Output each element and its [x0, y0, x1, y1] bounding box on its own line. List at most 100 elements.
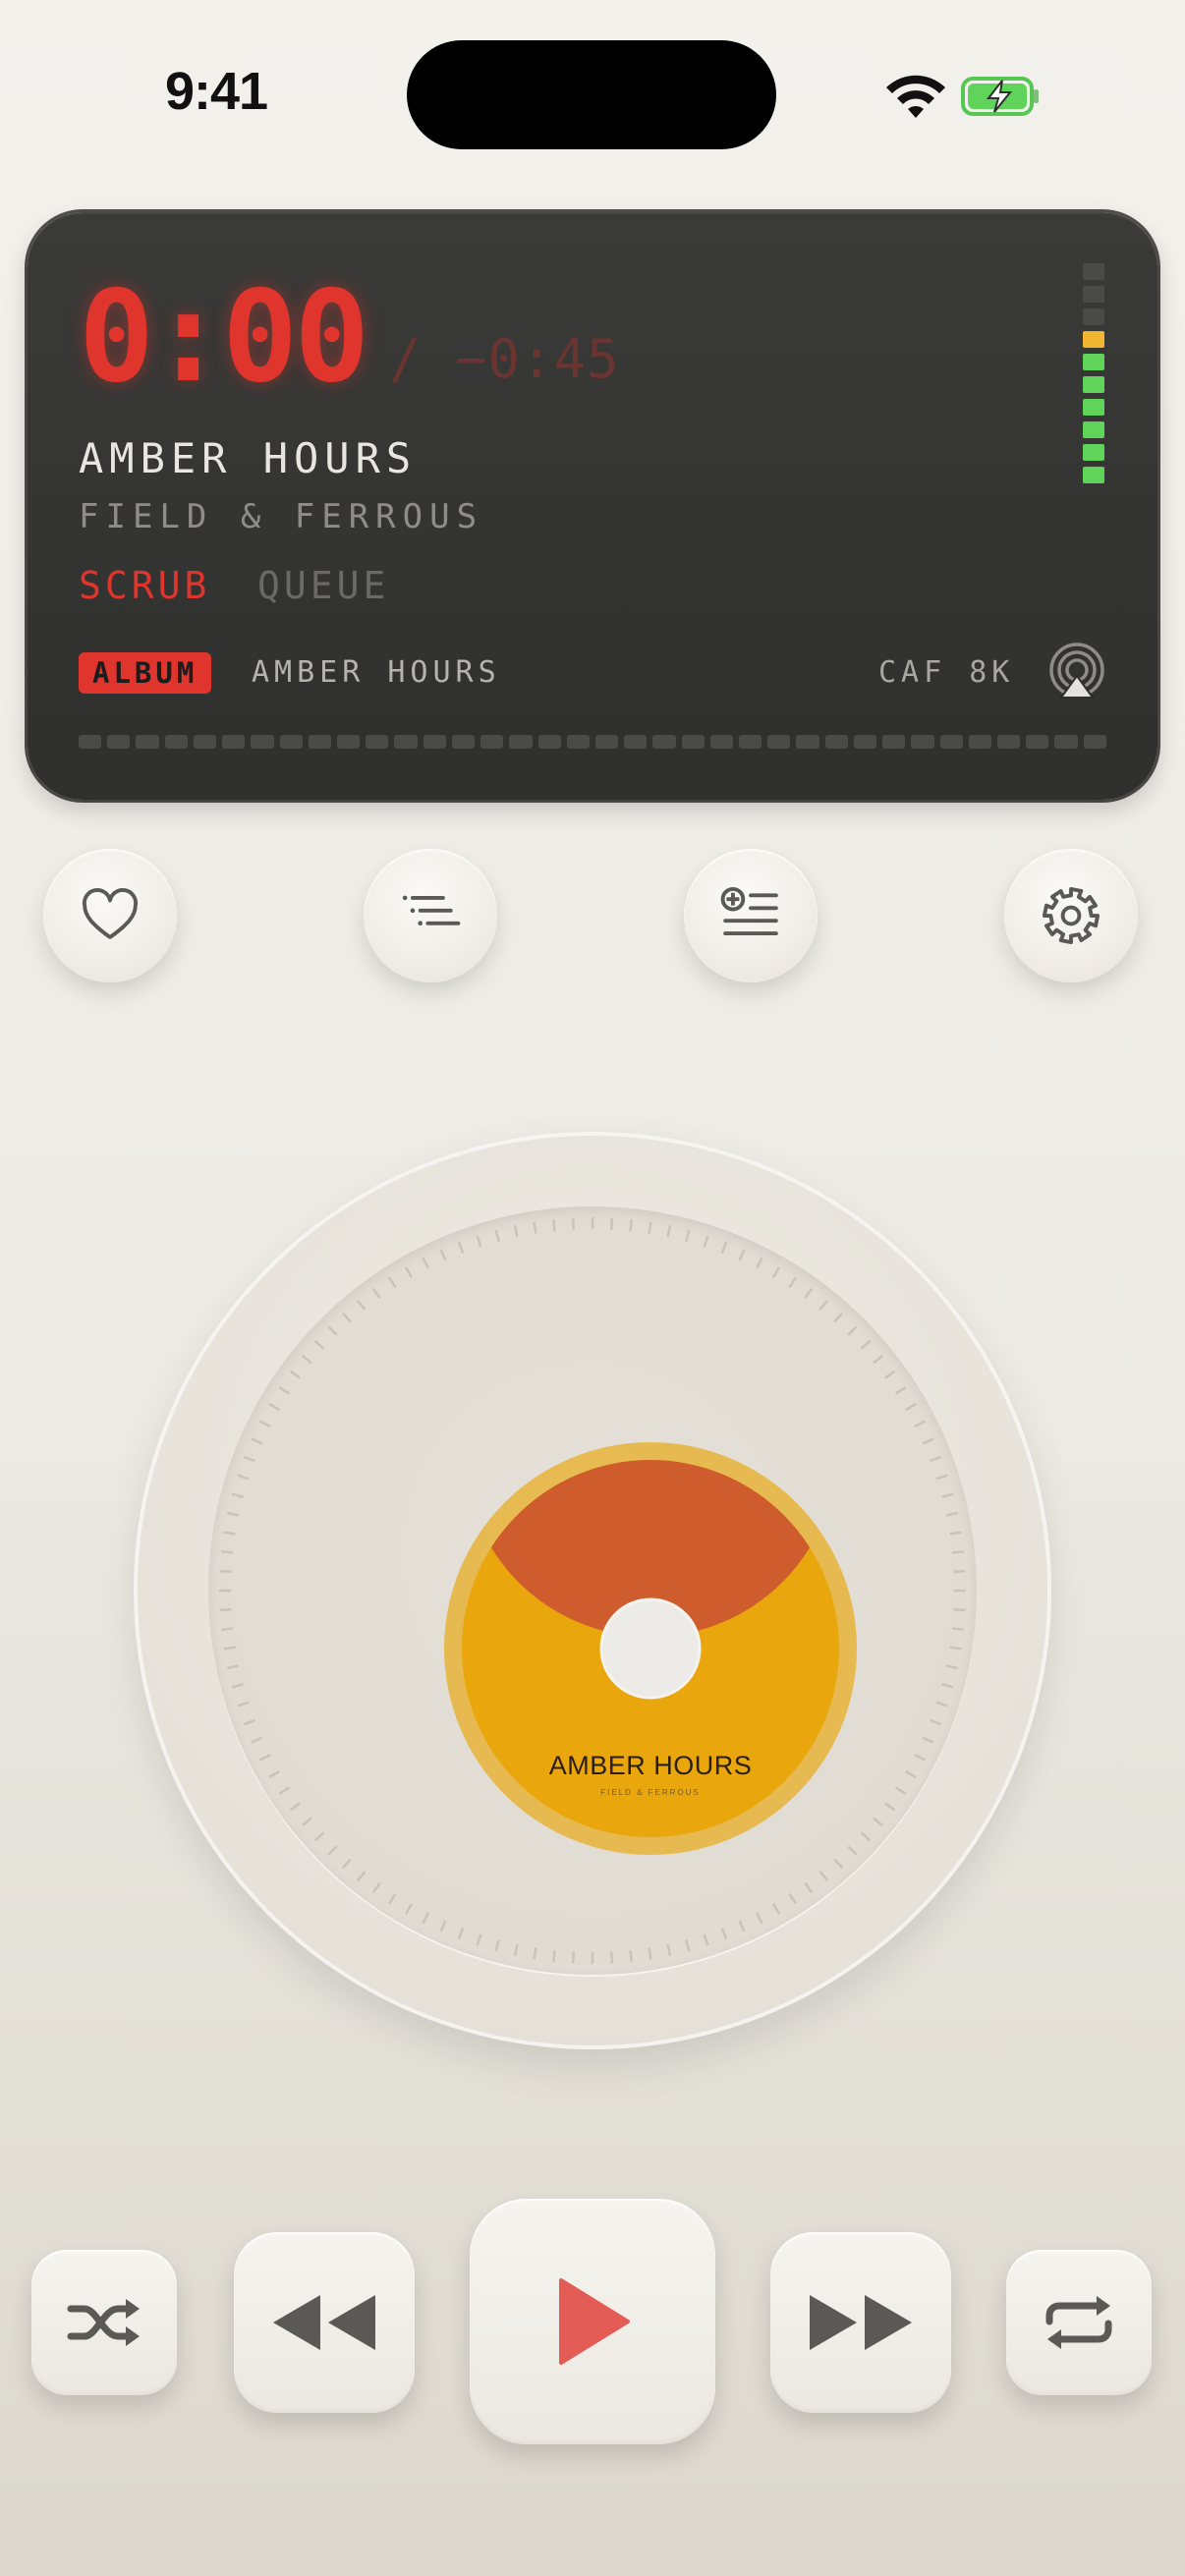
wheel-tick	[703, 1235, 709, 1248]
wheel-tick	[356, 1871, 367, 1882]
wheel-tick	[571, 1951, 575, 1964]
wheel-tick	[387, 1892, 397, 1905]
wheel-tick	[648, 1947, 652, 1960]
level-segment	[1083, 263, 1104, 280]
wheel-tick	[219, 1569, 232, 1573]
progress-segment	[882, 735, 906, 749]
wheel-tick	[755, 1912, 763, 1925]
wheel-tick	[914, 1420, 927, 1428]
progress-segment	[968, 735, 991, 749]
progress-segment	[279, 735, 303, 749]
wheel-tick	[847, 1845, 858, 1856]
progress-segment	[824, 735, 848, 749]
wheel-tick	[666, 1943, 672, 1956]
shuffle-button[interactable]	[31, 2250, 177, 2395]
wheel-tick	[327, 1325, 338, 1336]
heart-icon	[82, 887, 139, 939]
click-wheel[interactable]: AMBER HOURS FIELD & FERROUS	[134, 1132, 1051, 2049]
wheel-tick	[301, 1354, 312, 1365]
wifi-icon	[886, 75, 945, 118]
fast-forward-icon	[810, 2295, 912, 2350]
wheel-tick	[755, 1257, 763, 1269]
play-button[interactable]	[470, 2199, 715, 2444]
wheel-tick	[227, 1511, 240, 1517]
next-button[interactable]	[770, 2232, 951, 2413]
wheel-tick	[571, 1217, 575, 1230]
list-button[interactable]	[364, 849, 497, 982]
tab-scrub[interactable]: SCRUB	[79, 564, 210, 607]
disc-title: AMBER HOURS	[548, 1751, 753, 1780]
progress-segment	[939, 735, 963, 749]
wheel-tick	[771, 1266, 781, 1278]
wheel-tick	[685, 1939, 691, 1952]
wheel-tick	[237, 1474, 250, 1481]
battery-charging-icon	[961, 77, 1039, 116]
progress-segment	[394, 735, 418, 749]
wheel-tick	[610, 1951, 614, 1964]
wheel-tick	[278, 1385, 291, 1395]
wheel-tick	[227, 1664, 240, 1670]
tab-queue[interactable]: QUEUE	[257, 564, 389, 607]
previous-button[interactable]	[234, 2232, 415, 2413]
wheel-tick	[457, 1241, 465, 1254]
wheel-tick	[949, 1531, 962, 1536]
wheel-tick	[610, 1217, 614, 1230]
scrub-progress-bar[interactable]	[79, 735, 1106, 749]
progress-segment	[1026, 735, 1049, 749]
level-segment	[1083, 399, 1104, 416]
wheel-tick	[951, 1550, 965, 1554]
progress-segment	[739, 735, 762, 749]
audio-format: CAF 8K	[878, 655, 1015, 690]
level-segment	[1083, 354, 1104, 370]
wheel-tick	[953, 1569, 966, 1573]
repeat-button[interactable]	[1006, 2250, 1152, 2395]
status-time: 9:41	[165, 62, 268, 121]
wheel-tick	[935, 1474, 948, 1481]
progress-segment	[652, 735, 676, 749]
add-to-queue-button[interactable]	[684, 849, 818, 982]
shuffle-icon	[67, 2299, 140, 2346]
progress-segment	[251, 735, 274, 749]
wheel-tick	[873, 1817, 884, 1827]
wheel-tick	[494, 1939, 500, 1952]
wheel-tick	[738, 1249, 746, 1261]
wheel-tick	[387, 1276, 397, 1289]
wheel-tick	[552, 1218, 556, 1232]
level-meter	[1083, 263, 1104, 483]
wheel-tick	[935, 1701, 948, 1708]
progress-segment	[537, 735, 561, 749]
progress-segment	[624, 735, 648, 749]
progress-segment	[767, 735, 791, 749]
wheel-tick	[258, 1420, 271, 1428]
wheel-tick	[223, 1646, 236, 1651]
click-wheel-inner[interactable]: AMBER HOURS FIELD & FERROUS	[208, 1206, 977, 1975]
wheel-tick	[648, 1221, 652, 1234]
wheel-tick	[914, 1753, 927, 1762]
wheel-tick	[404, 1903, 414, 1915]
wheel-tick	[533, 1947, 537, 1960]
wheel-tick	[268, 1769, 280, 1779]
wheel-tick	[720, 1241, 728, 1254]
wheel-tick	[945, 1664, 958, 1670]
wheel-tick	[494, 1229, 500, 1242]
gear-icon	[1042, 886, 1100, 945]
album-badge: ALBUM	[79, 652, 212, 694]
wheel-tick	[552, 1949, 556, 1963]
wheel-tick	[258, 1753, 271, 1762]
wheel-tick	[860, 1339, 872, 1350]
wheel-tick	[243, 1455, 255, 1463]
wheel-tick	[439, 1920, 447, 1932]
progress-segment	[1083, 735, 1106, 749]
dynamic-island	[407, 40, 776, 149]
wheel-tick	[289, 1370, 302, 1379]
wheel-tick	[268, 1402, 280, 1412]
wheel-tick	[533, 1221, 537, 1234]
settings-button[interactable]	[1004, 849, 1138, 982]
airplay-icon[interactable]	[1047, 643, 1106, 701]
disc-subtitle: FIELD & FERROUS	[600, 1788, 701, 1797]
wheel-tick	[289, 1802, 302, 1812]
favorite-button[interactable]	[43, 849, 177, 982]
wheel-tick	[922, 1437, 934, 1445]
rewind-icon	[273, 2295, 375, 2350]
wheel-tick	[371, 1881, 381, 1894]
